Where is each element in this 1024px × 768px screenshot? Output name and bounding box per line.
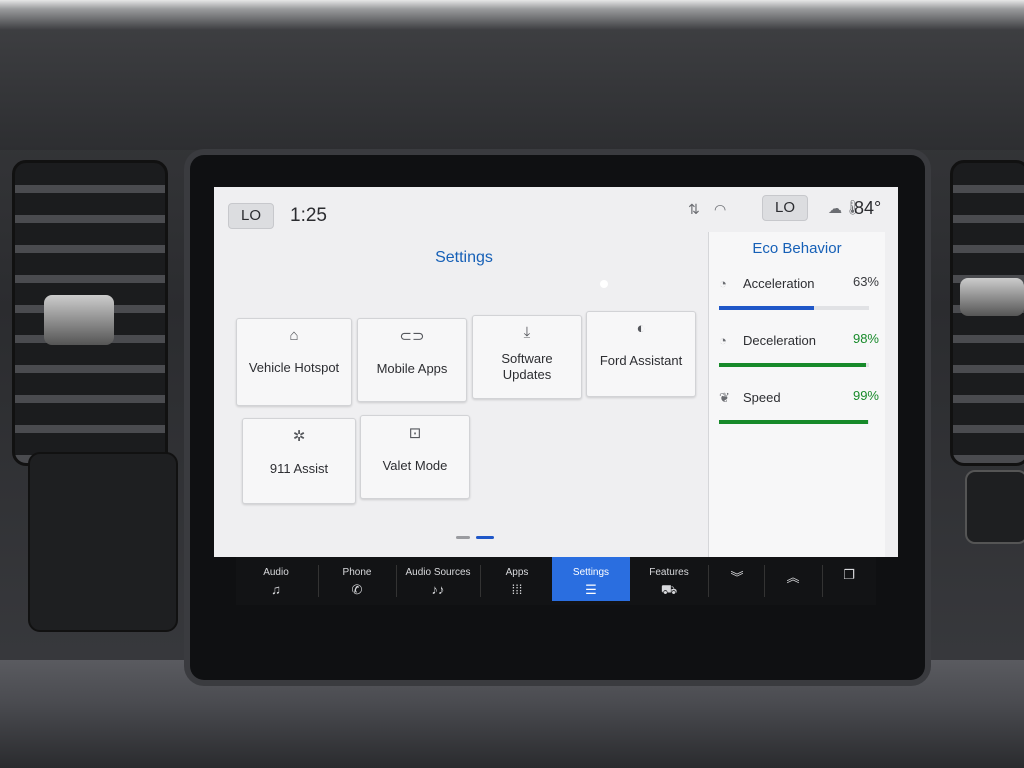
truck-icon: ⛟ [660, 582, 678, 597]
progress-track [719, 420, 869, 424]
right-control-button[interactable] [965, 470, 1024, 544]
left-trim-panel [28, 452, 178, 632]
progress-track [719, 363, 869, 367]
nav-divider [318, 565, 319, 597]
eco-label: Deceleration [743, 333, 816, 348]
nav-apps[interactable]: Apps ⁞⁞⁞ [482, 557, 552, 601]
nav-divider [708, 565, 709, 597]
eco-title: Eco Behavior [752, 240, 842, 257]
eco-speed: ❦ Speed 99% [719, 388, 879, 440]
gauge-leaf-icon: ◔ [719, 333, 727, 348]
tile-label: Ford Assistant [599, 353, 683, 368]
nav-settings[interactable]: Settings ☰ [552, 557, 630, 601]
nav-audio-sources[interactable]: Audio Sources ♪♪ [398, 557, 478, 601]
leaf-speed-icon: ❦ [719, 390, 730, 405]
nav-phone[interactable]: Phone ✆ [320, 557, 394, 601]
apps-grid-icon: ⁞⁞⁞ [511, 582, 523, 597]
right-vent-knob[interactable] [960, 278, 1024, 316]
nav-features[interactable]: Features ⛟ [632, 557, 706, 601]
valet-lock-icon: ⊡ [408, 425, 422, 442]
bottom-nav-bar: Audio ♫ Phone ✆ Audio Sources ♪♪ Apps ⁞⁞… [236, 557, 876, 605]
link-icon: ⊂⊃ [399, 328, 425, 345]
audio-sources-icon: ♪♪ [431, 582, 445, 597]
eco-behavior-panel: Eco Behavior ◔ Acceleration 63% ◔ Decele… [708, 232, 885, 557]
emergency-icon: ✲ [292, 428, 306, 445]
voice-icon: ◐ [636, 320, 646, 337]
progress-track [719, 306, 869, 310]
tile-ford-assistant[interactable]: ◐ Ford Assistant [586, 311, 696, 397]
eco-label: Acceleration [743, 276, 815, 291]
pager-dot-1[interactable] [456, 536, 470, 539]
nav-divider [822, 565, 823, 597]
hotspot-car-icon: ⌂ [289, 327, 299, 344]
left-vent-knob[interactable] [44, 295, 114, 345]
deceleration-bar [719, 363, 866, 367]
tile-label: Valet Mode [382, 458, 448, 473]
status-bar: LO 1:25 ⇅ ◠ LO ☁ 🌡 84° [214, 187, 898, 237]
cloudy-icon: ☁ [828, 200, 842, 216]
eco-percent: 98% [852, 331, 879, 346]
nav-label: Apps [505, 567, 529, 578]
pager-dot-2[interactable] [476, 536, 494, 539]
outside-temperature: 84° [854, 198, 882, 218]
tile-label: Vehicle Hotspot [248, 360, 340, 375]
gauge-icon: ◔ [719, 276, 727, 291]
tile-label: Mobile Apps [376, 361, 448, 376]
nav-label: Audio Sources [405, 567, 471, 578]
nav-multitask[interactable]: ❐ [824, 557, 874, 601]
clock: 1:25 [290, 205, 327, 226]
stacked-windows-icon: ❐ [843, 567, 855, 582]
indicator-dot [600, 280, 608, 288]
eco-acceleration: ◔ Acceleration 63% [719, 274, 879, 326]
music-note-icon: ♫ [271, 582, 281, 597]
eco-deceleration: ◔ Deceleration 98% [719, 331, 879, 383]
eco-percent: 63% [852, 274, 879, 289]
nav-divider [764, 565, 765, 597]
acceleration-bar [719, 306, 814, 310]
chevron-down-icon: ︾ [730, 570, 744, 585]
tile-911-assist[interactable]: ✲ 911 Assist [242, 418, 356, 504]
passenger-climate-button[interactable]: LO [762, 195, 809, 221]
eco-label: Speed [743, 390, 781, 405]
driver-climate-button[interactable]: LO [228, 203, 275, 229]
tile-valet-mode[interactable]: ⊡ Valet Mode [360, 415, 470, 499]
eco-percent: 99% [852, 388, 879, 403]
infotainment-screen: LO 1:25 ⇅ ◠ LO ☁ 🌡 84° Settings ⌂ Vehicl… [214, 187, 898, 557]
data-transfer-icon: ⇅ [688, 201, 700, 217]
nav-expand-up[interactable]: ︽ [766, 557, 820, 601]
tile-mobile-apps[interactable]: ⊂⊃ Mobile Apps [357, 318, 467, 402]
nav-label: Phone [342, 567, 372, 578]
tile-label: 911 Assist [269, 461, 329, 476]
tile-vehicle-hotspot[interactable]: ⌂ Vehicle Hotspot [236, 318, 352, 406]
tile-label: Software Updates [501, 351, 553, 382]
nav-audio[interactable]: Audio ♫ [236, 557, 316, 601]
nav-collapse-down[interactable]: ︾ [710, 557, 764, 601]
nav-label: Settings [572, 567, 610, 578]
speed-bar [719, 420, 868, 424]
nav-label: Features [649, 567, 689, 578]
phone-icon: ✆ [351, 582, 363, 597]
dashboard-top [0, 0, 1024, 150]
download-icon: ⤓ [523, 324, 531, 341]
nav-divider [480, 565, 481, 597]
wifi-signal-icon: ◠ [714, 201, 727, 217]
nav-divider [396, 565, 397, 597]
settings-sliders-icon: ☰ [585, 582, 597, 597]
tile-software-updates[interactable]: ⤓ Software Updates [472, 315, 582, 399]
nav-label: Audio [263, 567, 289, 578]
page-title: Settings [435, 249, 493, 266]
chevron-up-icon: ︽ [786, 570, 800, 585]
